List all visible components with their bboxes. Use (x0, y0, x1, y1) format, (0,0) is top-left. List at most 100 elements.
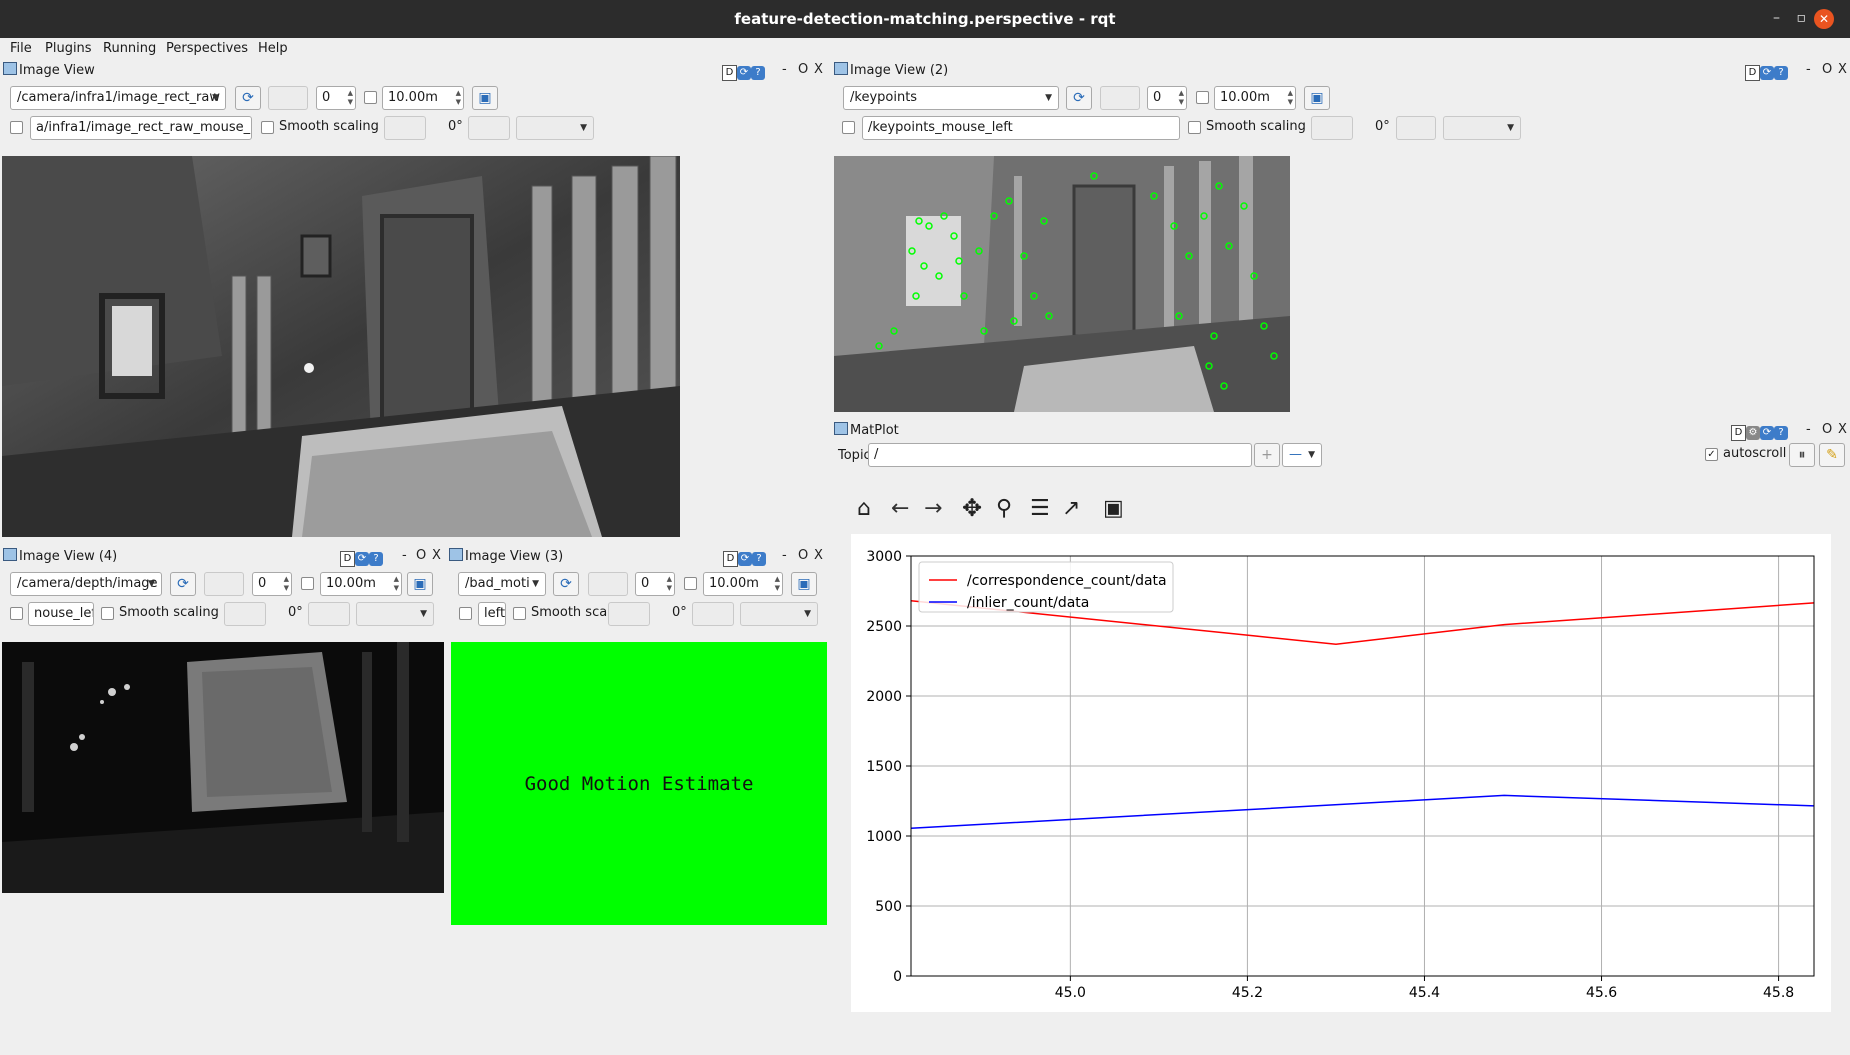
mouse-topic-field[interactable]: left (478, 602, 506, 626)
rotate-right-button[interactable] (308, 602, 350, 626)
min-value-field[interactable] (204, 572, 244, 596)
save-image-button[interactable]: ▣ (1304, 86, 1330, 110)
clear-button[interactable]: ✎ (1819, 443, 1845, 467)
rotate-right-button[interactable] (1396, 116, 1436, 140)
spin-arrows-icon[interactable]: ▲ ▼ (1288, 89, 1293, 107)
subplots-config-icon[interactable]: ☰ (1030, 496, 1050, 521)
num-gridlines-spinbox[interactable]: 0 ▲ ▼ (635, 572, 675, 596)
dynamic-range-checkbox[interactable] (301, 577, 314, 590)
refresh-topics-button[interactable]: ⟳ (170, 572, 196, 596)
dynamic-range-checkbox[interactable] (684, 577, 697, 590)
close-panel-button[interactable]: X (432, 548, 441, 563)
remove-topic-button[interactable]: — ▼ (1282, 443, 1322, 467)
num-gridlines-spinbox[interactable]: 0 ▲ ▼ (1147, 86, 1187, 110)
menu-perspectives[interactable]: Perspectives (166, 41, 248, 56)
spin-arrows-icon[interactable]: ▲ ▼ (394, 575, 399, 593)
rotate-left-button[interactable] (384, 116, 426, 140)
save-image-button[interactable]: ▣ (791, 572, 817, 596)
help-icon[interactable]: ? (752, 552, 766, 566)
reload-icon[interactable]: ⟳ (355, 552, 369, 566)
pause-button[interactable]: ⏸ (1789, 443, 1815, 467)
max-range-spinbox[interactable]: 10.00m ▲ ▼ (320, 572, 402, 596)
rotate-left-button[interactable] (1311, 116, 1353, 140)
max-range-spinbox[interactable]: 10.00m ▲ ▼ (382, 86, 464, 110)
pan-icon[interactable]: ✥ (962, 494, 982, 522)
refresh-topics-button[interactable]: ⟳ (553, 572, 579, 596)
spin-arrows-icon[interactable]: ▲ ▼ (456, 89, 461, 107)
topic-select[interactable]: /camera/depth/image ▼ (10, 572, 162, 596)
spin-arrows-icon[interactable]: ▲ ▼ (1179, 89, 1184, 107)
autoscroll-checkbox[interactable]: ✓ (1705, 448, 1718, 461)
refresh-topics-button[interactable]: ⟳ (1066, 86, 1092, 110)
help-icon[interactable]: ? (751, 66, 765, 80)
camera-image[interactable] (2, 156, 680, 537)
float-panel-button[interactable]: O (1822, 422, 1832, 437)
close-panel-button[interactable]: X (814, 548, 823, 563)
close-panel-button[interactable]: X (1838, 62, 1847, 77)
smooth-scaling-checkbox[interactable] (1188, 121, 1201, 134)
publish-click-checkbox[interactable] (10, 607, 23, 620)
publish-click-checkbox[interactable] (10, 121, 23, 134)
help-icon[interactable]: ? (1774, 426, 1788, 440)
motion-estimate-image[interactable]: Good Motion Estimate (451, 642, 827, 925)
close-panel-button[interactable]: X (1838, 422, 1847, 437)
minimize-panel-button[interactable]: - (402, 548, 407, 563)
save-image-button[interactable]: ▣ (407, 572, 433, 596)
keypoints-image[interactable] (834, 156, 1290, 412)
help-icon[interactable]: ? (1774, 66, 1788, 80)
reload-icon[interactable]: ⟳ (1760, 426, 1774, 440)
float-panel-button[interactable]: O (1822, 62, 1832, 77)
forward-arrow-icon[interactable]: → (924, 496, 942, 521)
gear-icon[interactable]: ⚙ (1746, 426, 1760, 440)
rotate-left-button[interactable] (608, 602, 650, 626)
rotate-right-button[interactable] (692, 602, 734, 626)
spin-arrows-icon[interactable]: ▲ ▼ (284, 575, 289, 593)
topic-select[interactable]: /camera/infra1/image_rect_raw ▼ (10, 86, 226, 110)
minimize-panel-button[interactable]: - (1806, 62, 1811, 77)
reload-icon[interactable]: ⟳ (737, 66, 751, 80)
d-icon[interactable]: D (340, 551, 355, 567)
topic-select[interactable]: /keypoints ▼ (843, 86, 1059, 110)
max-range-spinbox[interactable]: 10.00m ▲ ▼ (1214, 86, 1296, 110)
rotate-right-button[interactable] (468, 116, 510, 140)
save-image-button[interactable]: ▣ (472, 86, 498, 110)
edit-axes-icon[interactable]: ↗ (1062, 496, 1080, 521)
float-panel-button[interactable]: O (798, 548, 808, 563)
dynamic-range-checkbox[interactable] (364, 91, 377, 104)
float-panel-button[interactable]: O (416, 548, 426, 563)
color-scheme-select[interactable]: ▼ (1443, 116, 1521, 140)
smooth-scaling-checkbox[interactable] (101, 607, 114, 620)
maximize-window-icon[interactable]: ▫ (1797, 10, 1807, 26)
topic-select[interactable]: /bad_moti ▼ (458, 572, 546, 596)
zoom-icon[interactable]: ⚲ (996, 496, 1012, 521)
topic-input[interactable]: / (868, 443, 1252, 467)
min-value-field[interactable] (268, 86, 308, 110)
back-arrow-icon[interactable]: ← (891, 496, 909, 521)
float-panel-button[interactable]: O (798, 62, 808, 77)
refresh-topics-button[interactable]: ⟳ (235, 86, 261, 110)
publish-click-checkbox[interactable] (459, 607, 472, 620)
smooth-scaling-checkbox[interactable] (513, 607, 526, 620)
spin-arrows-icon[interactable]: ▲ ▼ (667, 575, 672, 593)
num-gridlines-spinbox[interactable]: 0 ▲ ▼ (252, 572, 292, 596)
add-topic-button[interactable]: + (1254, 443, 1280, 467)
minimize-panel-button[interactable]: - (782, 548, 787, 563)
color-scheme-select[interactable]: ▼ (740, 602, 818, 626)
minimize-panel-button[interactable]: - (1806, 422, 1811, 437)
reload-icon[interactable]: ⟳ (1760, 66, 1774, 80)
menu-running[interactable]: Running (103, 41, 156, 56)
mouse-topic-field[interactable]: a/infra1/image_rect_raw_mouse_left (30, 116, 252, 140)
color-scheme-select[interactable]: ▼ (516, 116, 594, 140)
spin-arrows-icon[interactable]: ▲ ▼ (775, 575, 780, 593)
min-value-field[interactable] (1100, 86, 1140, 110)
spin-arrows-icon[interactable]: ▲ ▼ (348, 89, 353, 107)
publish-click-checkbox[interactable] (842, 121, 855, 134)
save-figure-icon[interactable]: ▣ (1103, 496, 1124, 521)
close-panel-button[interactable]: X (814, 62, 823, 77)
dynamic-range-checkbox[interactable] (1196, 91, 1209, 104)
rotate-left-button[interactable] (224, 602, 266, 626)
menu-plugins[interactable]: Plugins (45, 41, 92, 56)
max-range-spinbox[interactable]: 10.00m ▲ ▼ (703, 572, 783, 596)
depth-image[interactable] (2, 642, 444, 893)
menu-help[interactable]: Help (258, 41, 288, 56)
